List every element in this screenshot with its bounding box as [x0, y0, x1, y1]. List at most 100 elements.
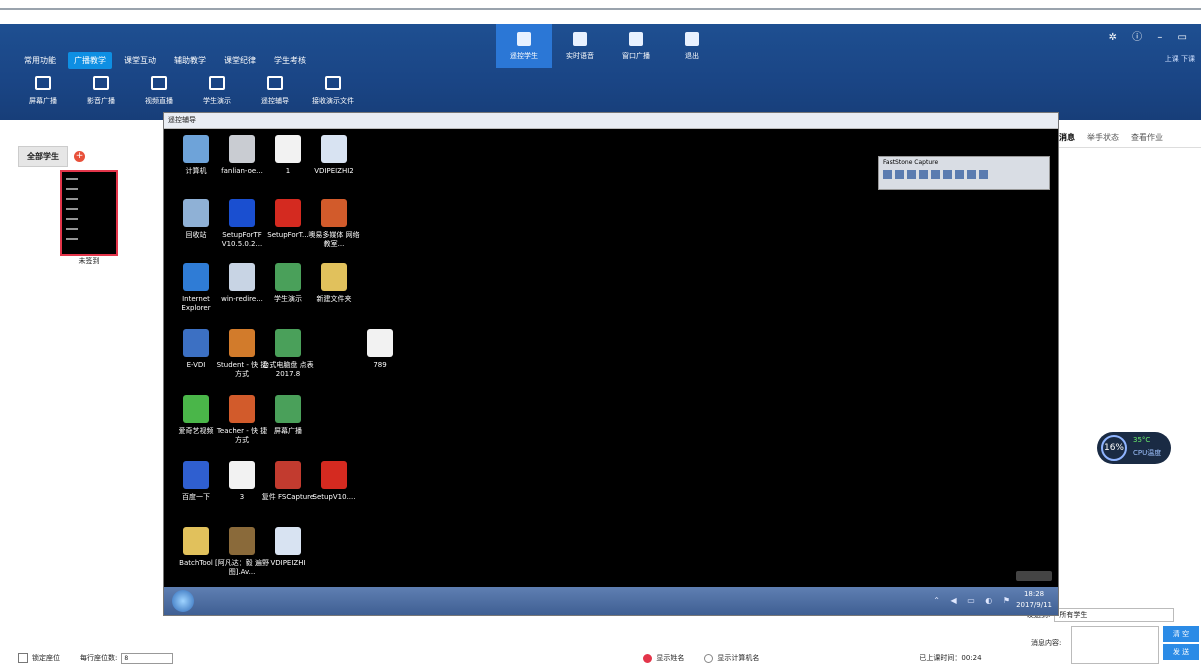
student-thumbnail[interactable]: [60, 170, 118, 256]
file-icon: [183, 135, 209, 163]
tool-1[interactable]: 影音广播: [72, 76, 130, 116]
clear-button[interactable]: 清 空: [1163, 626, 1199, 642]
video-live-icon: [151, 76, 167, 90]
desktop-icon[interactable]: VDIPEIZHI: [260, 527, 316, 568]
tool-0[interactable]: 屏幕广播: [14, 76, 72, 116]
remote-control-window[interactable]: 遥控辅导 FastStone Capture 计算机 fanlian-oe... 1…: [163, 112, 1059, 616]
menu-item-0[interactable]: 常用功能: [18, 52, 62, 69]
send-button[interactable]: 发 送: [1163, 644, 1199, 660]
file-icon: [321, 461, 347, 489]
top-button-group: 遥控学生 实时语音 窗口广播 退出: [496, 24, 720, 68]
top-button-3[interactable]: 退出: [664, 24, 720, 68]
desktop-icon-label: 台式电脑盘 点表2017.8: [262, 361, 314, 378]
desktop-icon[interactable]: VDIPEIZHI2: [306, 135, 362, 176]
menu-item-4[interactable]: 课堂纪律: [218, 52, 262, 69]
class-links[interactable]: 上课 下课: [1165, 54, 1195, 64]
menu-item-3[interactable]: 辅助教学: [168, 52, 212, 69]
fastone-buttons[interactable]: [879, 168, 1049, 181]
student-status: 未签到: [78, 257, 100, 265]
clock-date: 2017/9/11: [1016, 601, 1052, 609]
cpu-label: CPU温度: [1133, 449, 1162, 457]
top-button-0[interactable]: 遥控学生: [496, 24, 552, 68]
desktop-icon[interactable]: 789: [352, 329, 408, 370]
file-icon: [229, 527, 255, 555]
desktop-icon[interactable]: 台式电脑盘 点表2017.8: [260, 329, 316, 379]
fastone-toolbar[interactable]: FastStone Capture: [878, 156, 1050, 190]
screen-broadcast-icon: [35, 76, 51, 90]
right-tab-0[interactable]: 消息: [1059, 132, 1075, 143]
file-icon: [275, 329, 301, 357]
file-icon: [229, 199, 255, 227]
file-icon: [183, 461, 209, 489]
taskbar-clock[interactable]: 18:28 2017/9/11: [1016, 589, 1052, 611]
file-icon: [321, 263, 347, 291]
right-tabs: 消息 举手状态 查看作业: [1057, 128, 1201, 148]
desktop-icon[interactable]: 新建文件夹: [306, 263, 362, 304]
start-orb-icon[interactable]: [172, 590, 194, 612]
top-rule: [0, 8, 1201, 10]
desktop-icon[interactable]: 屏幕广播: [260, 395, 316, 436]
file-icon: [183, 199, 209, 227]
file-icon: [275, 263, 301, 291]
elapsed-value: 00:24: [961, 654, 982, 662]
menu-item-5[interactable]: 学生考核: [268, 52, 312, 69]
file-icon: [229, 135, 255, 163]
tool-label: 学生演示: [203, 97, 231, 105]
thumbnail-icons: [66, 178, 78, 248]
show-pc-radio[interactable]: [704, 653, 714, 663]
desktop-icon[interactable]: SetupV10....: [306, 461, 362, 502]
per-row-input[interactable]: 8: [121, 652, 174, 664]
desktop-icon-label: 屏幕广播: [274, 427, 302, 435]
file-icon: [183, 395, 209, 423]
message-input[interactable]: [1071, 626, 1159, 664]
right-tab-1[interactable]: 举手状态: [1087, 132, 1119, 143]
app-header: 常用功能 广播教学 课堂互动 辅助教学 课堂纪律 学生考核 屏幕广播 影音广播 视频直播 学生演…: [0, 24, 1201, 120]
desktop-icon-label: 789: [373, 361, 387, 369]
clock-time: 18:28: [1023, 590, 1045, 598]
remote-window-title: 遥控辅导: [164, 113, 1058, 129]
remote-control-icon: [267, 76, 283, 90]
file-icon: [183, 527, 209, 555]
tool-4[interactable]: 遥控辅导: [246, 76, 304, 116]
tray-icons[interactable]: ⌃ ◀ ▭ ◐ ⚑: [933, 596, 1014, 605]
lock-seat-checkbox[interactable]: [18, 653, 28, 663]
top-button-2[interactable]: 窗口广播: [608, 24, 664, 68]
desktop-icon[interactable]: 噢易多媒体 网络教室...: [306, 199, 362, 249]
window-broadcast-icon: [629, 31, 643, 46]
fastone-title: FastStone Capture: [883, 159, 939, 166]
tool-2[interactable]: 视频直播: [130, 76, 188, 116]
file-icon: [229, 329, 255, 357]
remote-student-icon: [517, 31, 531, 46]
tool-3[interactable]: 学生演示: [188, 76, 246, 116]
message-panel: 消息举手状态查看作业 16% 35°C CPU温度 发送到:所有学生 消息内容:…: [1027, 128, 1201, 668]
send-to-select[interactable]: 所有学生: [1054, 608, 1175, 622]
show-name-radio[interactable]: [643, 653, 653, 663]
show-name-label: 显示姓名: [656, 654, 685, 662]
tool-label: 屏幕广播: [29, 97, 57, 105]
menu-item-1[interactable]: 广播教学: [68, 52, 112, 69]
window-controls[interactable]: ✲ ⓘ – ▭: [1109, 28, 1193, 43]
show-pc-option[interactable]: 显示计算机名: [704, 653, 759, 663]
mini-tray[interactable]: [1016, 571, 1052, 581]
file-icon: [275, 461, 301, 489]
tool-label: 影音广播: [87, 97, 115, 105]
add-group-button[interactable]: +: [74, 151, 85, 162]
tool-label: 遥控辅导: [261, 97, 289, 105]
tool-5[interactable]: 接收演示文件: [304, 76, 362, 116]
remote-desktop[interactable]: FastStone Capture 计算机 fanlian-oe... 1 VDIPE…: [164, 129, 1058, 587]
top-button-label: 退出: [685, 51, 699, 60]
top-button-label: 遥控学生: [510, 51, 538, 60]
message-label: 消息内容:: [1031, 639, 1062, 647]
menu-item-2[interactable]: 课堂互动: [118, 52, 162, 69]
elapsed-time: 已上课时间： 00:24: [919, 653, 981, 663]
file-icon: [321, 135, 347, 163]
show-name-option[interactable]: 显示姓名: [643, 653, 684, 663]
all-students-tab[interactable]: 全部学生: [18, 146, 68, 167]
top-margin: [0, 0, 1201, 24]
top-button-1[interactable]: 实时语音: [552, 24, 608, 68]
file-send-icon: [325, 76, 341, 90]
student-demo-icon: [209, 76, 225, 90]
student-panel: 全部学生 + 未签到: [18, 146, 158, 626]
file-icon: [275, 199, 301, 227]
right-tab-2[interactable]: 查看作业: [1131, 132, 1163, 143]
